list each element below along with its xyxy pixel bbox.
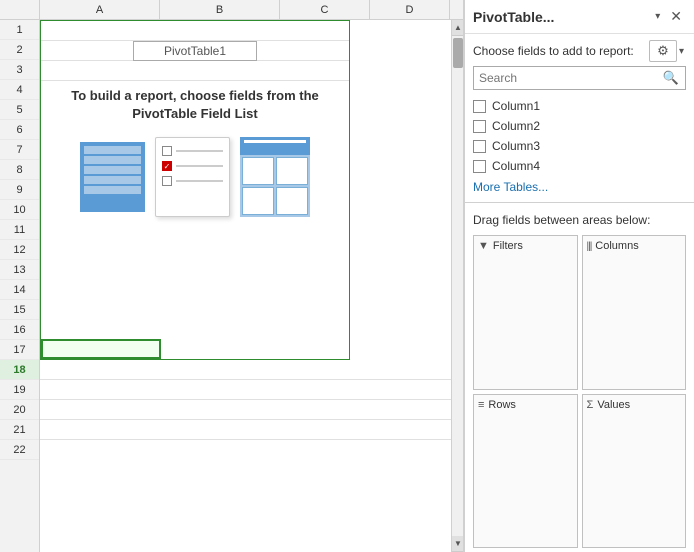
table-icon-right bbox=[240, 137, 310, 217]
field-label-column3: Column3 bbox=[492, 139, 540, 153]
field-checkbox-column3[interactable] bbox=[473, 140, 486, 153]
field-item-column3[interactable]: Column3 bbox=[473, 136, 686, 156]
row-num-19: 19 bbox=[0, 380, 39, 400]
field-item-column4[interactable]: Column4 bbox=[473, 156, 686, 176]
pivot-illustration: ✓ bbox=[41, 127, 349, 227]
gear-btn[interactable]: ⚙ bbox=[649, 40, 677, 62]
areas-grid: ▼ Filters ||| Columns ≡ Rows Σ Values bbox=[465, 231, 694, 552]
pivot-panel: PivotTable... ▾ ✕ Choose fields to add t… bbox=[464, 0, 694, 552]
row-num-13: 13 bbox=[0, 260, 39, 280]
panel-subheader-text: Choose fields to add to report: bbox=[473, 44, 645, 58]
column-headers: A B C D bbox=[0, 0, 463, 20]
area-columns-header: ||| Columns bbox=[587, 240, 682, 252]
panel-title: PivotTable... bbox=[473, 9, 653, 25]
row-num-22: 22 bbox=[0, 440, 39, 460]
row-num-14: 14 bbox=[0, 280, 39, 300]
row-num-4: 4 bbox=[0, 80, 39, 100]
columns-icon: ||| bbox=[587, 241, 592, 252]
values-icon: Σ bbox=[587, 399, 594, 411]
field-checkbox-column2[interactable] bbox=[473, 120, 486, 133]
cells-area[interactable]: PivotTable1 To build a report, choose fi… bbox=[40, 20, 451, 552]
row-num-8: 8 bbox=[0, 160, 39, 180]
field-item-column2[interactable]: Column2 bbox=[473, 116, 686, 136]
panel-dropdown-btn[interactable]: ▾ bbox=[653, 9, 662, 24]
field-label-column1: Column1 bbox=[492, 99, 540, 113]
col-header-c: C bbox=[280, 0, 370, 19]
grid-body: 1 2 3 4 5 6 7 8 9 10 11 12 13 14 15 16 1… bbox=[0, 20, 451, 552]
col-header-a: A bbox=[40, 0, 160, 19]
row-num-5: 5 bbox=[0, 100, 39, 120]
area-rows[interactable]: ≡ Rows bbox=[473, 394, 578, 549]
scroll-thumb[interactable] bbox=[453, 38, 463, 68]
field-checkbox-column4[interactable] bbox=[473, 160, 486, 173]
gear-dropdown-btn[interactable]: ▾ bbox=[677, 44, 686, 59]
pivot-area: PivotTable1 To build a report, choose fi… bbox=[40, 20, 350, 360]
selected-cell[interactable] bbox=[41, 339, 161, 359]
area-columns[interactable]: ||| Columns bbox=[582, 235, 687, 390]
row-num-16: 16 bbox=[0, 320, 39, 340]
filters-label: Filters bbox=[493, 240, 523, 252]
field-label-column2: Column2 bbox=[492, 119, 540, 133]
row-num-2: 2 bbox=[0, 40, 39, 60]
field-checkbox-column1[interactable] bbox=[473, 100, 486, 113]
panel-header-icons: ▾ ✕ bbox=[653, 6, 686, 27]
area-values-header: Σ Values bbox=[587, 399, 682, 411]
pivot-message: To build a report, choose fields from th… bbox=[61, 87, 329, 123]
row-num-7: 7 bbox=[0, 140, 39, 160]
area-filters[interactable]: ▼ Filters bbox=[473, 235, 578, 390]
filters-icon: ▼ bbox=[478, 240, 489, 252]
row-num-12: 12 bbox=[0, 240, 39, 260]
search-icon[interactable]: 🔍 bbox=[657, 67, 685, 89]
checklist-icon: ✓ bbox=[155, 137, 230, 217]
spreadsheet: A B C D 1 2 3 4 5 6 7 8 9 10 11 12 13 14 bbox=[0, 0, 464, 552]
search-input[interactable] bbox=[474, 68, 657, 88]
row-num-10: 10 bbox=[0, 200, 39, 220]
columns-label: Columns bbox=[595, 240, 638, 252]
row-num-6: 6 bbox=[0, 120, 39, 140]
scroll-up-btn[interactable]: ▲ bbox=[452, 20, 463, 36]
row-num-11: 11 bbox=[0, 220, 39, 240]
table-icon-left bbox=[80, 142, 145, 212]
pivot-title-box: PivotTable1 bbox=[133, 41, 257, 61]
col-header-b: B bbox=[160, 0, 280, 19]
panel-divider bbox=[465, 202, 694, 203]
area-rows-header: ≡ Rows bbox=[478, 399, 573, 411]
field-item-column1[interactable]: Column1 bbox=[473, 96, 686, 116]
scroll-down-btn[interactable]: ▼ bbox=[452, 536, 463, 552]
search-box[interactable]: 🔍 bbox=[473, 66, 686, 90]
row-num-3: 3 bbox=[0, 60, 39, 80]
row-num-9: 9 bbox=[0, 180, 39, 200]
row-num-1: 1 bbox=[0, 20, 39, 40]
field-list: Column1 Column2 Column3 Column4 bbox=[465, 96, 694, 176]
panel-header: PivotTable... ▾ ✕ bbox=[465, 0, 694, 34]
row-numbers: 1 2 3 4 5 6 7 8 9 10 11 12 13 14 15 16 1… bbox=[0, 20, 40, 552]
row-num-15: 15 bbox=[0, 300, 39, 320]
row-num-21: 21 bbox=[0, 420, 39, 440]
row-num-18: 18 bbox=[0, 360, 39, 380]
panel-subheader: Choose fields to add to report: ⚙ ▾ bbox=[465, 34, 694, 66]
row-num-17: 17 bbox=[0, 340, 39, 360]
gear-icon: ⚙ bbox=[657, 43, 669, 59]
drag-section-text: Drag fields between areas below: bbox=[465, 207, 694, 231]
corner-cell bbox=[0, 0, 40, 19]
row-num-20: 20 bbox=[0, 400, 39, 420]
field-label-column4: Column4 bbox=[492, 159, 540, 173]
area-filters-header: ▼ Filters bbox=[478, 240, 573, 252]
more-tables-link[interactable]: More Tables... bbox=[465, 176, 694, 198]
panel-close-btn[interactable]: ✕ bbox=[666, 6, 686, 27]
rows-label: Rows bbox=[488, 399, 516, 411]
rows-icon: ≡ bbox=[478, 399, 484, 411]
col-header-d: D bbox=[370, 0, 450, 19]
vertical-scrollbar[interactable]: ▲ ▼ bbox=[451, 20, 463, 552]
values-label: Values bbox=[597, 399, 630, 411]
area-values[interactable]: Σ Values bbox=[582, 394, 687, 549]
